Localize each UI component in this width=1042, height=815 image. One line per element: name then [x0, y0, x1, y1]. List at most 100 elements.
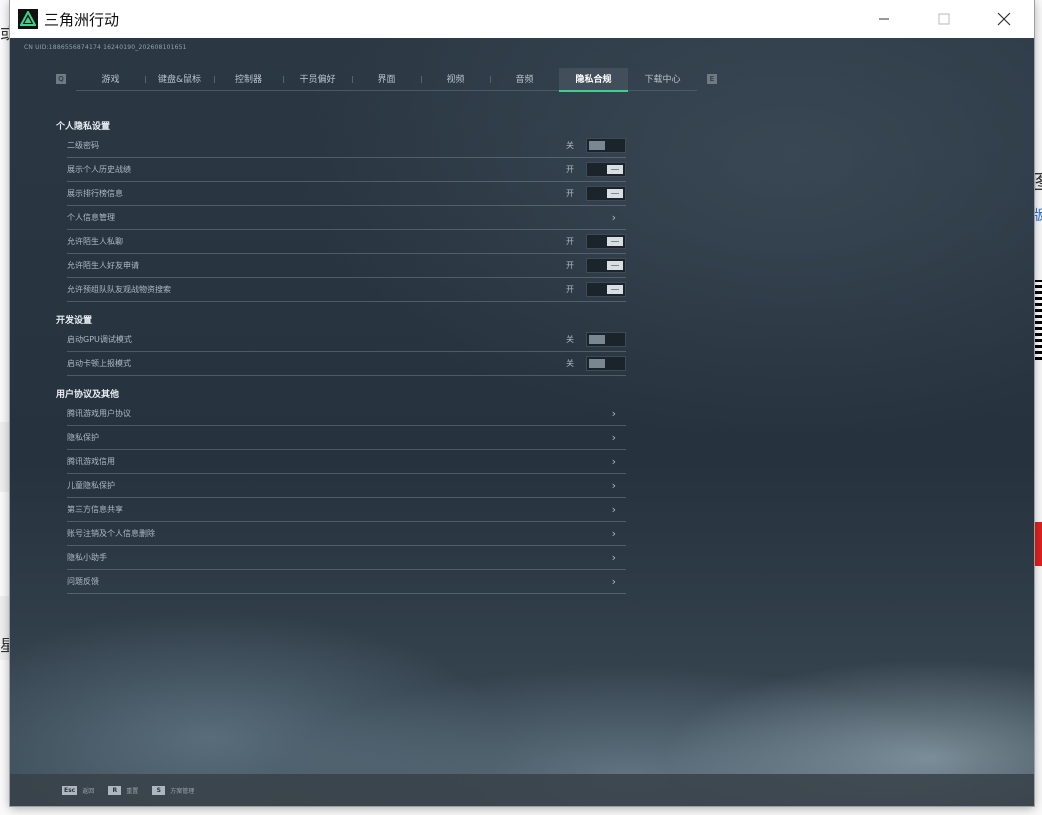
chevron-right-icon: › [611, 479, 616, 492]
settings-content: CN UID:1886556874174 16240190_2026081016… [10, 38, 1034, 806]
toggle-show-history[interactable] [586, 162, 626, 177]
setting-row-spectate-loot-search[interactable]: 允许预组队队友观战物资搜索 开 [67, 278, 626, 302]
toggle-gpu-debug[interactable] [586, 332, 626, 347]
setting-row-stutter-report[interactable]: 启动卡顿上报模式 关 [67, 352, 626, 376]
setting-label: 隐私保护 [67, 433, 99, 442]
prev-tab-key-hint[interactable]: Q [56, 74, 66, 84]
key-cap: Esc [62, 785, 78, 795]
tab-game[interactable]: 游戏 [76, 68, 145, 90]
setting-label: 问题反馈 [67, 577, 99, 586]
tab-download-center[interactable]: 下载中心 [628, 68, 697, 90]
key-cap: R [108, 785, 122, 795]
footer-hint-bar: Esc 返回 R 重置 S 方案管理 [10, 774, 1034, 806]
setting-label: 账号注销及个人信息删除 [67, 529, 155, 538]
link-row-third-party-sharing[interactable]: 第三方信息共享 › [67, 498, 626, 522]
chevron-right-icon: › [611, 575, 616, 588]
chevron-right-icon: › [611, 455, 616, 468]
setting-label: 第三方信息共享 [67, 505, 123, 514]
link-row-user-agreement[interactable]: 腾讯游戏用户协议 › [67, 402, 626, 426]
section-title-agreements: 用户协议及其他 [56, 390, 120, 400]
title-bar[interactable]: 三角洲行动 [10, 0, 1034, 38]
close-icon [997, 12, 1011, 26]
settings-tab-bar: Q 游戏 键盘&鼠标 控制器 干员偏好 界面 视频 音频 隐私合规 下载中心 E [56, 67, 717, 92]
footer-reset-button[interactable]: R 重置 [108, 785, 139, 795]
link-row-game-credit[interactable]: 腾讯游戏信用 › [67, 450, 626, 474]
hint-label: 方案管理 [170, 787, 195, 795]
toggle-knob [607, 237, 623, 246]
setting-label: 儿童隐私保护 [67, 481, 115, 490]
toggle-knob [589, 359, 605, 368]
link-row-privacy-assistant[interactable]: 隐私小助手 › [67, 546, 626, 570]
toggle-knob [589, 335, 605, 344]
game-settings-window: 三角洲行动 CN UID:1886556874174 16240190_2026… [10, 0, 1034, 806]
key-cap: S [152, 785, 166, 795]
tab-privacy-compliance[interactable]: 隐私合规 [559, 67, 628, 92]
setting-label: 允许陌生人好友申请 [67, 261, 139, 270]
setting-state: 关 [566, 335, 574, 344]
setting-row-stranger-chat[interactable]: 允许陌生人私聊 开 [67, 230, 626, 254]
chevron-right-icon: › [611, 431, 616, 444]
tab-operator-preference[interactable]: 干员偏好 [283, 68, 352, 90]
maximize-button[interactable] [914, 0, 974, 38]
setting-label: 展示个人历史战绩 [67, 165, 131, 174]
setting-label: 启动卡顿上报模式 [67, 359, 131, 368]
close-button[interactable] [974, 0, 1034, 38]
footer-preset-management-button[interactable]: S 方案管理 [152, 785, 195, 795]
chevron-right-icon: › [611, 407, 616, 420]
setting-label: 允许陌生人私聊 [67, 237, 123, 246]
link-row-account-deletion[interactable]: 账号注销及个人信息删除 › [67, 522, 626, 546]
section-title-privacy: 个人隐私设置 [56, 122, 111, 132]
privacy-settings-panel: 个人隐私设置 二级密码 关 展示个人历史战绩 开 展示排行榜信息 开 个人信息管… [56, 120, 628, 594]
maximize-icon [938, 13, 950, 25]
toggle-knob [607, 285, 623, 294]
toggle-show-leaderboard[interactable] [586, 186, 626, 201]
setting-label: 二级密码 [67, 141, 99, 150]
setting-row-personal-info-management[interactable]: 个人信息管理 › [67, 206, 626, 230]
toggle-stranger-chat[interactable] [586, 234, 626, 249]
toggle-knob [607, 189, 623, 198]
link-row-feedback[interactable]: 问题反馈 › [67, 570, 626, 594]
setting-state: 开 [566, 285, 574, 294]
tab-video[interactable]: 视频 [421, 68, 490, 90]
setting-label: 展示排行榜信息 [67, 189, 123, 198]
setting-state: 关 [566, 141, 574, 150]
tab-audio[interactable]: 音频 [490, 68, 559, 90]
setting-label: 允许预组队队友观战物资搜索 [67, 285, 171, 294]
setting-row-stranger-friend-request[interactable]: 允许陌生人好友申请 开 [67, 254, 626, 278]
toggle-knob [607, 165, 623, 174]
toggle-knob [607, 261, 623, 270]
toggle-spectate-loot-search[interactable] [586, 282, 626, 297]
setting-state: 开 [566, 189, 574, 198]
link-row-privacy-protection[interactable]: 隐私保护 › [67, 426, 626, 450]
toggle-knob [589, 141, 605, 150]
minimize-button[interactable] [854, 0, 914, 38]
setting-label: 启动GPU调试模式 [67, 335, 132, 344]
tab-keyboard-mouse[interactable]: 键盘&鼠标 [145, 68, 214, 90]
setting-row-show-history[interactable]: 展示个人历史战绩 开 [67, 158, 626, 182]
chevron-right-icon: › [611, 551, 616, 564]
tab-controller[interactable]: 控制器 [214, 68, 283, 90]
setting-state: 开 [566, 237, 574, 246]
setting-state: 关 [566, 359, 574, 368]
setting-label: 个人信息管理 [67, 213, 115, 222]
toggle-stranger-friend-request[interactable] [586, 258, 626, 273]
background-red-button [1033, 522, 1042, 566]
footer-back-button[interactable]: Esc 返回 [62, 785, 95, 795]
setting-row-gpu-debug[interactable]: 启动GPU调试模式 关 [67, 328, 626, 352]
hint-label: 返回 [82, 787, 95, 795]
tab-interface[interactable]: 界面 [352, 68, 421, 90]
chevron-right-icon: › [611, 527, 616, 540]
minimize-icon [879, 18, 889, 20]
toggle-secondary-password[interactable] [586, 138, 626, 153]
next-tab-key-hint[interactable]: E [707, 74, 717, 84]
setting-state: 开 [566, 165, 574, 174]
chevron-right-icon: › [611, 211, 616, 224]
toggle-stutter-report[interactable] [586, 356, 626, 371]
setting-label: 腾讯游戏信用 [67, 457, 115, 466]
hint-label: 重置 [126, 787, 139, 795]
setting-row-secondary-password[interactable]: 二级密码 关 [67, 134, 626, 158]
link-row-child-privacy[interactable]: 儿童隐私保护 › [67, 474, 626, 498]
window-title: 三角洲行动 [44, 10, 120, 29]
setting-state: 开 [566, 261, 574, 270]
setting-row-show-leaderboard[interactable]: 展示排行榜信息 开 [67, 182, 626, 206]
